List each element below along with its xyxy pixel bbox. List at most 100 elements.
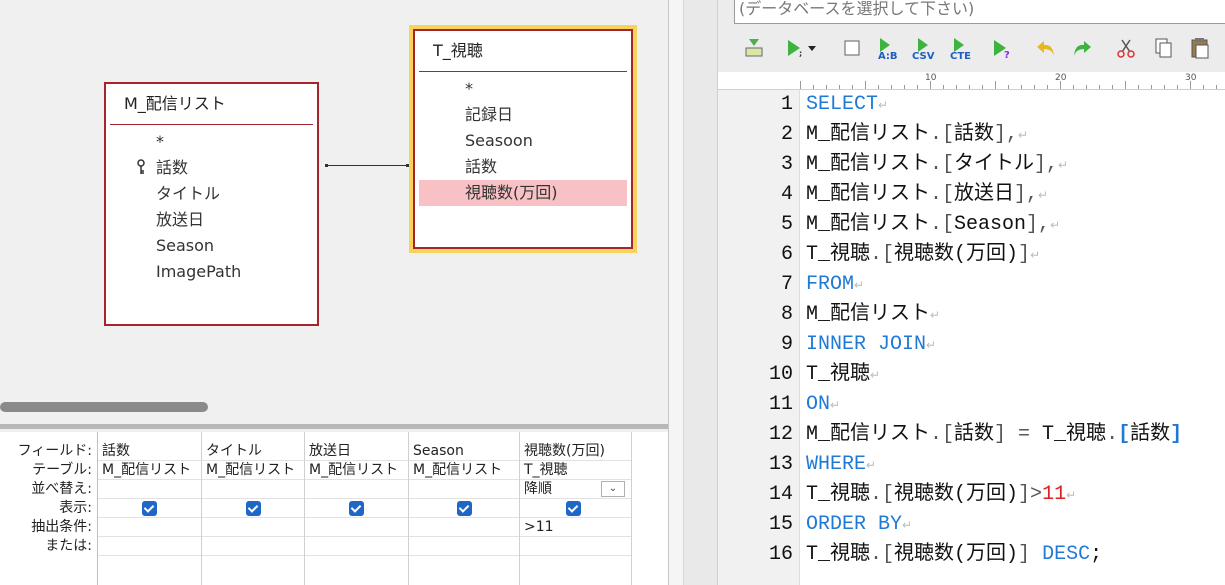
field-all[interactable]: * xyxy=(415,76,631,102)
code-area[interactable]: SELECT↵ M_配信リスト.[話数],↵ M_配信リスト.[タイトル],↵ … xyxy=(806,90,1225,585)
field-seasoon[interactable]: Seasoon xyxy=(415,128,631,154)
table-title[interactable]: M_配信リスト xyxy=(106,84,317,124)
code-line[interactable]: ON↵ xyxy=(806,390,840,420)
cell-or[interactable] xyxy=(202,537,304,556)
field-kirokubi[interactable]: 記録日 xyxy=(415,102,631,128)
cell-field[interactable]: タイトル xyxy=(202,442,304,461)
bracket: .[ xyxy=(930,183,955,206)
cell-criteria[interactable] xyxy=(202,518,304,537)
show-checkbox[interactable] xyxy=(566,501,581,516)
join-line[interactable] xyxy=(325,164,409,167)
cell-or[interactable] xyxy=(305,537,408,556)
identifier: タイトル xyxy=(954,153,1035,176)
cell-sort[interactable] xyxy=(98,480,201,499)
pane-splitter[interactable] xyxy=(0,424,668,429)
cell-or[interactable] xyxy=(520,537,631,556)
svg-text:?: ? xyxy=(1004,50,1010,60)
code-line[interactable]: FROM↵ xyxy=(806,270,864,300)
field-all[interactable]: * xyxy=(106,129,317,155)
qbe-column: Season M_配信リスト xyxy=(409,432,520,585)
code-line[interactable]: M_配信リスト↵ xyxy=(806,300,940,330)
cell-criteria[interactable] xyxy=(98,518,201,537)
code-line[interactable]: ORDER BY↵ xyxy=(806,510,912,540)
ruler-tick xyxy=(800,81,801,89)
field-season[interactable]: Season xyxy=(106,233,317,259)
code-line[interactable]: WHERE↵ xyxy=(806,450,876,480)
show-checkbox[interactable] xyxy=(246,501,261,516)
cell-sort[interactable] xyxy=(409,480,519,499)
cut-icon[interactable] xyxy=(1114,36,1138,62)
cell-criteria[interactable] xyxy=(409,518,519,537)
database-select[interactable]: (データベースを選択して下さい) xyxy=(734,0,1225,24)
field-label: 話数 xyxy=(156,158,189,177)
open-db-icon[interactable] xyxy=(742,36,766,62)
cell-field[interactable]: 放送日 xyxy=(305,442,408,461)
show-checkbox[interactable] xyxy=(142,501,157,516)
code-line[interactable]: T_視聴.[視聴数(万回)] DESC; xyxy=(806,540,1102,570)
code-line[interactable]: M_配信リスト.[放送日],↵ xyxy=(806,180,1048,210)
qbe-column: 話数 M_配信リスト xyxy=(98,432,202,585)
field-title[interactable]: タイトル xyxy=(106,181,317,207)
code-line[interactable]: M_配信リスト.[話数] = T_視聴.[話数] xyxy=(806,420,1182,450)
cell-sort[interactable] xyxy=(202,480,304,499)
eol-mark: ↵ xyxy=(1058,159,1069,173)
eol-mark: ↵ xyxy=(930,309,941,323)
field-hosobi[interactable]: 放送日 xyxy=(106,207,317,233)
code-line[interactable]: SELECT↵ xyxy=(806,90,888,120)
ruler-tick xyxy=(982,85,983,89)
line-number: 4 xyxy=(780,183,793,206)
line-number: 6 xyxy=(780,243,793,266)
cell-field[interactable]: 話数 xyxy=(98,442,201,461)
field-wasu[interactable]: 話数 xyxy=(106,155,317,181)
cte-icon[interactable]: CTE xyxy=(948,36,978,62)
code-line[interactable]: M_配信リスト.[話数],↵ xyxy=(806,120,1028,150)
csv-label: CSV xyxy=(912,51,935,62)
query-designer: M_配信リスト * 話数 タイトル 放送日 Season ImagePath T… xyxy=(0,0,668,585)
table-m-haishin-list[interactable]: M_配信リスト * 話数 タイトル 放送日 Season ImagePath xyxy=(104,82,319,326)
identifier: T_視聴 xyxy=(806,483,871,506)
explain-icon[interactable]: ? xyxy=(990,36,1014,62)
table-t-shicho[interactable]: T_視聴 * 記録日 Seasoon 話数 視聴数(万回) xyxy=(409,25,637,253)
undo-icon[interactable] xyxy=(1034,36,1058,62)
cell-table[interactable]: M_配信リスト xyxy=(98,461,201,480)
horizontal-scrollbar[interactable] xyxy=(0,397,668,417)
code-line[interactable]: T_視聴.[視聴数(万回)]>11↵ xyxy=(806,480,1076,510)
code-line[interactable]: M_配信リスト.[Season],↵ xyxy=(806,210,1060,240)
ab-output-icon[interactable]: A:B xyxy=(876,36,906,62)
show-checkbox[interactable] xyxy=(349,501,364,516)
field-views-selected[interactable]: 視聴数(万回) xyxy=(419,180,627,206)
redo-icon[interactable] xyxy=(1070,36,1094,62)
cell-table[interactable]: M_配信リスト xyxy=(409,461,519,480)
cell-table[interactable]: M_配信リスト xyxy=(305,461,408,480)
cell-table[interactable]: T_視聴 xyxy=(520,461,631,480)
stop-icon[interactable] xyxy=(840,36,864,62)
cell-show xyxy=(520,499,631,518)
table-title[interactable]: T_視聴 xyxy=(415,31,631,71)
eol-mark: ↵ xyxy=(870,369,881,383)
cell-table[interactable]: M_配信リスト xyxy=(202,461,304,480)
code-line[interactable]: T_視聴↵ xyxy=(806,360,880,390)
show-checkbox[interactable] xyxy=(457,501,472,516)
cell-field[interactable]: 視聴数(万回) xyxy=(520,442,631,461)
cell-or[interactable] xyxy=(98,537,201,556)
code-line[interactable]: M_配信リスト.[タイトル],↵ xyxy=(806,150,1068,180)
code-line[interactable]: T_視聴.[視聴数(万回)]↵ xyxy=(806,240,1040,270)
window-divider xyxy=(668,0,684,585)
csv-output-icon[interactable]: CSV xyxy=(912,36,942,62)
cell-sort[interactable]: 降順 ⌄ xyxy=(520,480,631,499)
ruler-tick xyxy=(1151,85,1152,89)
field-wasu[interactable]: 話数 xyxy=(415,154,631,180)
copy-icon[interactable] xyxy=(1152,36,1176,62)
field-imagepath[interactable]: ImagePath xyxy=(106,259,317,285)
cell-sort[interactable] xyxy=(305,480,408,499)
cell-or[interactable] xyxy=(409,537,519,556)
cell-criteria[interactable] xyxy=(305,518,408,537)
chevron-down-icon[interactable]: ⌄ xyxy=(601,481,625,497)
run-icon[interactable]: ; xyxy=(782,36,822,62)
bracket: . xyxy=(1106,423,1119,446)
paste-icon[interactable] xyxy=(1188,36,1212,62)
scrollbar-thumb[interactable] xyxy=(0,402,208,412)
cell-criteria[interactable]: >11 xyxy=(520,518,631,537)
code-line[interactable]: INNER JOIN↵ xyxy=(806,330,936,360)
cell-field[interactable]: Season xyxy=(409,442,519,461)
